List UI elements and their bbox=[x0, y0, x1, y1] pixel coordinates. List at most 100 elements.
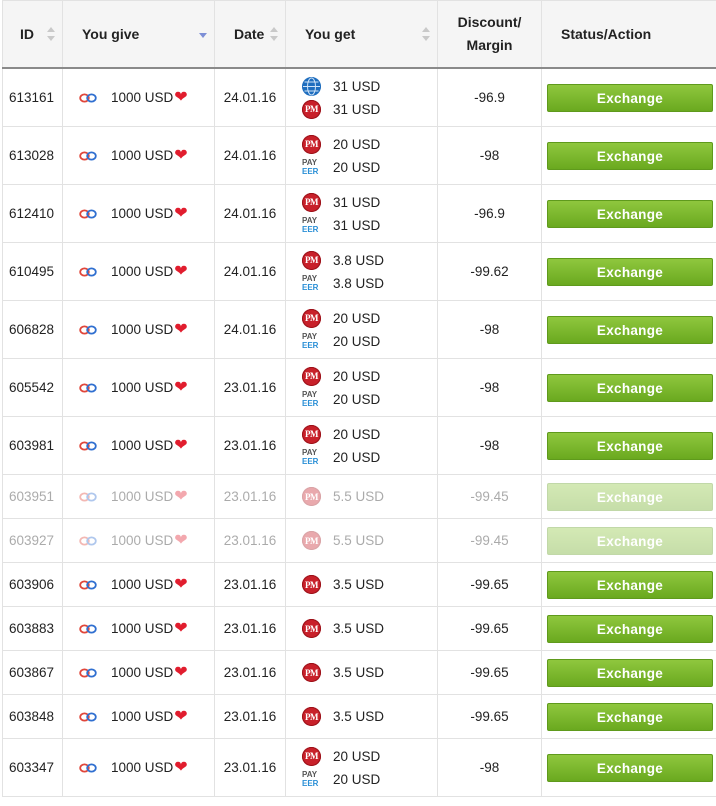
give-amount: 1000 USD bbox=[111, 577, 174, 592]
discount-value: -99.45 bbox=[437, 518, 542, 563]
action-cell: Exchange bbox=[541, 518, 716, 563]
sort-icon[interactable] bbox=[47, 26, 55, 42]
exchange-button[interactable]: Exchange bbox=[547, 83, 713, 112]
column-header-discount[interactable]: Discount/ Margin bbox=[437, 0, 542, 69]
get-amount: 20 USD bbox=[333, 449, 381, 465]
perfectmoney-icon: PM bbox=[302, 308, 321, 328]
give-cell: 1000 USD ❤ bbox=[62, 242, 215, 301]
get-amount: 31 USD bbox=[333, 194, 381, 210]
chain-icon bbox=[79, 148, 111, 163]
action-cell: Exchange bbox=[541, 67, 716, 127]
chain-icon bbox=[79, 709, 111, 724]
heart-icon[interactable]: ❤ bbox=[174, 759, 187, 776]
heart-icon[interactable]: ❤ bbox=[174, 620, 187, 637]
exchange-button[interactable]: Exchange bbox=[547, 526, 713, 555]
action-cell: Exchange bbox=[541, 126, 716, 185]
exchange-button[interactable]: Exchange bbox=[547, 315, 713, 344]
perfectmoney-icon: PM bbox=[302, 575, 321, 594]
exchange-button[interactable]: Exchange bbox=[547, 431, 713, 460]
exchange-button[interactable]: Exchange bbox=[547, 702, 713, 731]
give-cell: 1000 USD ❤ bbox=[62, 694, 215, 739]
payeer-icon: PAY EER bbox=[302, 332, 319, 350]
heart-icon[interactable]: ❤ bbox=[174, 263, 187, 280]
get-amount: 20 USD bbox=[333, 426, 381, 442]
offer-date: 23.01.16 bbox=[214, 416, 286, 475]
offer-date: 24.01.16 bbox=[214, 67, 286, 127]
exchange-button[interactable]: Exchange bbox=[547, 199, 713, 228]
get-cell: PM 3.5 USD bbox=[285, 650, 438, 695]
payeer-icon: PAY EER bbox=[302, 158, 319, 176]
perfectmoney-icon: PM bbox=[302, 192, 321, 212]
heart-icon[interactable]: ❤ bbox=[174, 576, 187, 593]
get-currency: PAY EER 3.8 USD bbox=[302, 272, 437, 295]
heart-icon[interactable]: ❤ bbox=[174, 437, 187, 454]
perfectmoney-icon: PM bbox=[302, 250, 321, 270]
heart-icon[interactable]: ❤ bbox=[174, 205, 187, 222]
sort-desc-icon[interactable] bbox=[199, 26, 207, 42]
heart-icon[interactable]: ❤ bbox=[174, 488, 187, 505]
column-header-you-give[interactable]: You give bbox=[62, 0, 215, 69]
exchange-button[interactable]: Exchange bbox=[547, 658, 713, 687]
heart-icon[interactable]: ❤ bbox=[174, 664, 187, 681]
give-cell: 1000 USD ❤ bbox=[62, 606, 215, 651]
table-header: ID You give Date You get Discount/ Margi… bbox=[2, 0, 716, 69]
exchange-button[interactable]: Exchange bbox=[547, 614, 713, 643]
exchange-offers-page: ID You give Date You get Discount/ Margi… bbox=[0, 0, 716, 806]
give-amount: 1000 USD bbox=[111, 533, 174, 548]
column-header-id-label: ID bbox=[20, 26, 34, 42]
offer-date: 23.01.16 bbox=[214, 358, 286, 417]
exchange-button[interactable]: Exchange bbox=[547, 570, 713, 599]
sort-icon[interactable] bbox=[422, 26, 430, 42]
get-amount: 20 USD bbox=[333, 136, 381, 152]
action-cell: Exchange bbox=[541, 300, 716, 359]
exchange-button[interactable]: Exchange bbox=[547, 141, 713, 170]
exchange-button[interactable]: Exchange bbox=[547, 482, 713, 511]
get-amount: 20 USD bbox=[333, 368, 381, 384]
chain-icon bbox=[79, 322, 111, 337]
offer-id: 603981 bbox=[2, 416, 63, 475]
give-cell: 1000 USD ❤ bbox=[62, 300, 215, 359]
get-currency: PM 3.8 USD bbox=[302, 249, 437, 272]
offer-id: 605542 bbox=[2, 358, 63, 417]
column-header-id[interactable]: ID bbox=[2, 0, 63, 69]
exchange-button[interactable]: Exchange bbox=[547, 257, 713, 286]
get-amount: 20 USD bbox=[333, 771, 381, 787]
table-row: 606828 1000 USD ❤ 24.01.16 PM 20 USD PAY EER 20 … bbox=[2, 300, 716, 359]
discount-value: -98 bbox=[437, 300, 542, 359]
offer-date: 23.01.16 bbox=[214, 694, 286, 739]
perfectmoney-icon: PM bbox=[302, 366, 321, 386]
get-cell: PM 20 USD PAY EER 20 USD bbox=[285, 300, 438, 359]
heart-icon[interactable]: ❤ bbox=[174, 321, 187, 338]
exchange-button[interactable]: Exchange bbox=[547, 373, 713, 402]
exchange-button[interactable]: Exchange bbox=[547, 753, 713, 782]
table-row: 603906 1000 USD ❤ 23.01.16 PM 3.5 USD -99.65 Ex… bbox=[2, 562, 716, 607]
give-amount: 1000 USD bbox=[111, 709, 174, 724]
get-currency: PM 5.5 USD bbox=[302, 529, 437, 552]
offer-id: 603906 bbox=[2, 562, 63, 607]
table-row: 612410 1000 USD ❤ 24.01.16 PM 31 USD PAY EER 31 … bbox=[2, 184, 716, 243]
chain-icon bbox=[79, 206, 111, 221]
get-currency: PAY EER 20 USD bbox=[302, 156, 437, 179]
offer-id: 603347 bbox=[2, 738, 63, 797]
heart-icon[interactable]: ❤ bbox=[174, 708, 187, 725]
discount-value: -99.65 bbox=[437, 694, 542, 739]
sort-icon[interactable] bbox=[270, 26, 278, 42]
heart-icon[interactable]: ❤ bbox=[174, 147, 187, 164]
perfectmoney-icon: PM bbox=[302, 99, 321, 119]
table-row: 613028 1000 USD ❤ 24.01.16 PM 20 USD PAY EER 20 … bbox=[2, 126, 716, 185]
column-header-date[interactable]: Date bbox=[214, 0, 286, 69]
heart-icon[interactable]: ❤ bbox=[174, 532, 187, 549]
give-cell: 1000 USD ❤ bbox=[62, 67, 215, 127]
give-amount: 1000 USD bbox=[111, 380, 174, 395]
payeer-icon: PAY EER bbox=[302, 770, 319, 788]
heart-icon[interactable]: ❤ bbox=[174, 89, 187, 106]
column-header-margin-label: Margin bbox=[466, 37, 513, 53]
get-cell: PM 20 USD PAY EER 20 USD bbox=[285, 738, 438, 797]
column-header-you-get[interactable]: You get bbox=[285, 0, 438, 69]
table-row: 603347 1000 USD ❤ 23.01.16 PM 20 USD PAY EER 20 … bbox=[2, 738, 716, 797]
give-cell: 1000 USD ❤ bbox=[62, 518, 215, 563]
offer-id: 603867 bbox=[2, 650, 63, 695]
heart-icon[interactable]: ❤ bbox=[174, 379, 187, 396]
get-amount: 31 USD bbox=[333, 217, 381, 233]
offer-id: 613028 bbox=[2, 126, 63, 185]
